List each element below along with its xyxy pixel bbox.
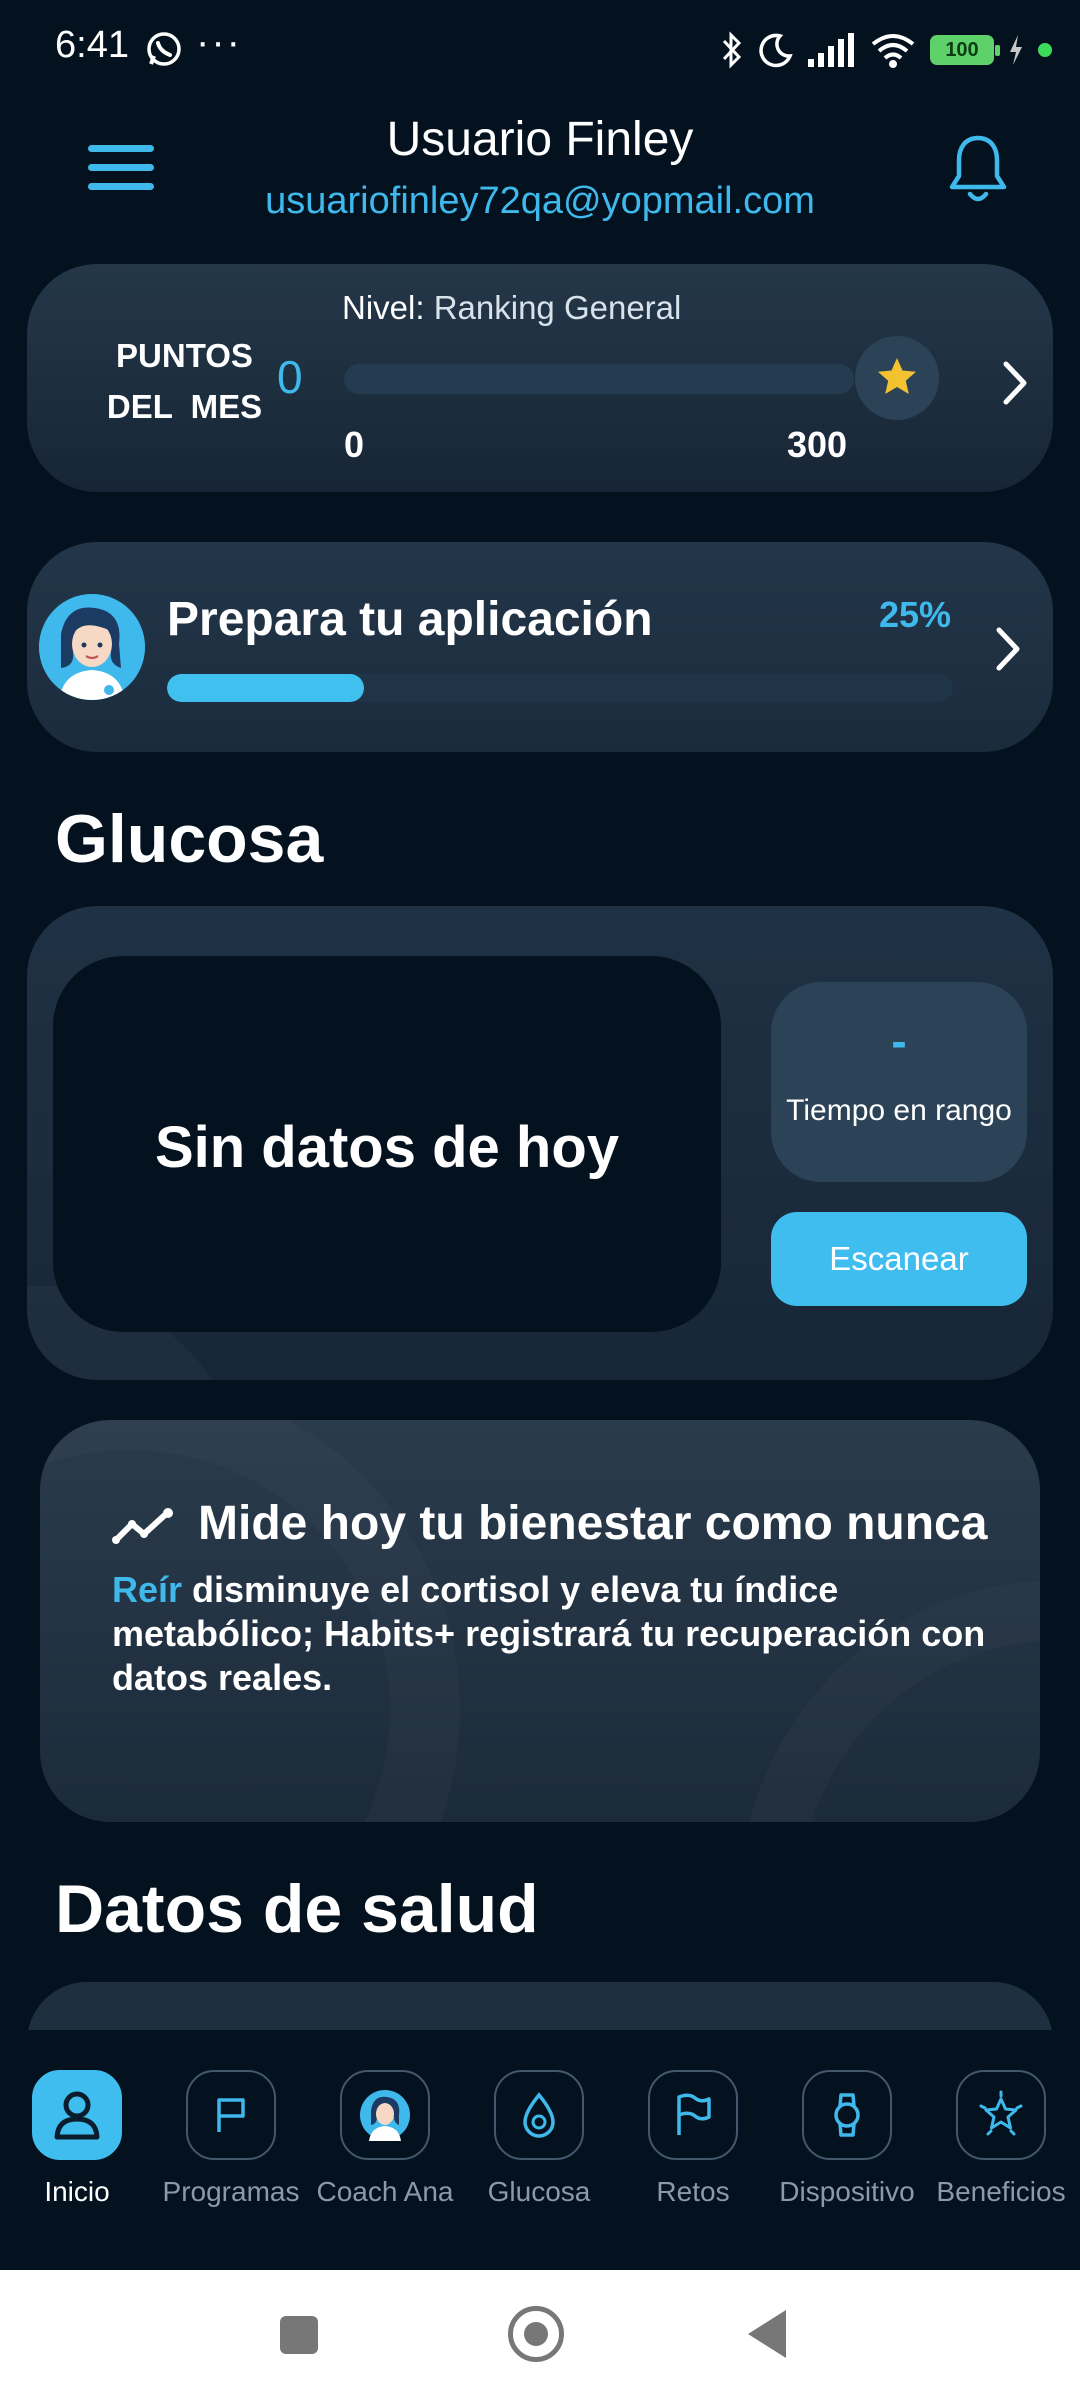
chevron-right-icon[interactable] — [993, 626, 1023, 672]
status-time: 6:41 — [55, 24, 129, 66]
points-max: 300 — [787, 424, 848, 465]
status-bar: 6:41 ··· 100 — [0, 0, 1080, 100]
time-in-range-label: Tiempo en rango — [786, 1094, 1012, 1127]
glucose-chart-area: Sin datos de hoy — [53, 956, 721, 1332]
star-icon — [855, 336, 939, 420]
nav-button[interactable] — [186, 2070, 276, 2160]
signal-icon — [808, 33, 854, 67]
coach-avatar — [39, 594, 145, 700]
setup-title: Prepara tu aplicación — [167, 593, 653, 646]
more-notifications-icon: ··· — [196, 20, 242, 64]
time-in-range-box: - Tiempo en rango — [771, 982, 1027, 1182]
nav-label: Retos — [656, 2176, 730, 2207]
charging-dot-icon — [1038, 43, 1052, 57]
glucose-section-title: Glucosa — [55, 801, 324, 877]
scan-button[interactable]: Escanear — [771, 1212, 1027, 1306]
bottom-navigation: Inicio Programas Coach Ana Glucosa Retos — [0, 2030, 1080, 2270]
system-navigation-bar — [0, 2270, 1080, 2400]
nav-item-retos[interactable]: Retos — [616, 2070, 770, 2208]
nav-label: Dispositivo — [779, 2176, 915, 2207]
watch-icon — [834, 2093, 860, 2137]
wifi-icon — [871, 34, 915, 68]
nav-item-programas[interactable]: Programas — [154, 2070, 308, 2208]
trend-icon — [112, 1508, 173, 1544]
drop-icon — [523, 2092, 555, 2138]
flag-icon — [677, 2093, 711, 2135]
glucose-card: Sin datos de hoy - Tiempo en rango Escan… — [27, 906, 1053, 1380]
points-label: PUNTOS DEL MES — [106, 337, 263, 425]
user-name: Usuario Finley — [386, 113, 694, 166]
nav-item-beneficios[interactable]: Beneficios — [924, 2070, 1078, 2208]
level-text: Nivel: Ranking General — [342, 289, 682, 326]
star-badge-icon — [979, 2090, 1023, 2136]
setup-app-card[interactable]: Prepara tu aplicación 25% — [27, 542, 1053, 752]
points-min: 0 — [344, 424, 365, 465]
whatsapp-icon — [147, 32, 181, 66]
setup-progress-fill — [167, 674, 364, 702]
nav-label: Inicio — [44, 2176, 110, 2207]
setup-percent: 25% — [879, 594, 952, 635]
back-button[interactable] — [748, 2310, 786, 2358]
wellness-title: Mide hoy tu bienestar como nunca — [198, 1497, 988, 1550]
nav-button[interactable] — [340, 2070, 430, 2160]
nav-button[interactable] — [32, 2070, 122, 2160]
battery-icon: 100 — [930, 35, 1000, 65]
chevron-right-icon[interactable] — [1000, 360, 1030, 406]
user-icon — [54, 2091, 100, 2140]
nav-item-glucosa[interactable]: Glucosa — [462, 2070, 616, 2208]
wellness-tip-card: Mide hoy tu bienestar como nunca Reír di… — [40, 1420, 1040, 1822]
setup-progress-bar — [167, 674, 953, 702]
wellness-highlight: Reír — [112, 1569, 183, 1610]
bell-icon[interactable] — [945, 132, 1011, 206]
points-value: 0 — [277, 351, 303, 403]
user-email: usuariofinley72qa@yopmail.com — [265, 180, 815, 222]
monthly-points-card[interactable]: PUNTOS DEL MES 0 Nivel: Ranking General … — [27, 264, 1053, 492]
no-data-text: Sin datos de hoy — [154, 1115, 620, 1180]
status-icons: 100 — [720, 28, 1052, 72]
nav-button[interactable] — [494, 2070, 584, 2160]
moon-icon — [759, 33, 793, 68]
charging-icon — [1010, 35, 1022, 65]
nav-label: Glucosa — [487, 2176, 591, 2207]
time-in-range-value: - — [891, 1015, 907, 1067]
flag-icon — [217, 2098, 245, 2132]
nav-label: Programas — [162, 2176, 300, 2207]
nav-item-dispositivo[interactable]: Dispositivo — [770, 2070, 924, 2208]
nav-button[interactable] — [648, 2070, 738, 2160]
health-data-section-title: Datos de salud — [55, 1871, 539, 1947]
nav-item-coach-ana[interactable]: Coach Ana — [308, 2070, 462, 2208]
nav-label: Beneficios — [936, 2176, 1066, 2207]
coach-avatar-icon — [360, 2090, 410, 2141]
nav-label: Coach Ana — [316, 2176, 454, 2207]
wellness-body: disminuye el cortisol y eleva tu índice … — [112, 1569, 986, 1698]
wellness-text: Reír disminuye el cortisol y eleva tu ín… — [112, 1568, 992, 1700]
bluetooth-icon — [722, 31, 742, 69]
recents-button[interactable] — [280, 2316, 318, 2354]
home-button[interactable] — [508, 2306, 564, 2362]
nav-button[interactable] — [956, 2070, 1046, 2160]
nav-button[interactable] — [802, 2070, 892, 2160]
points-progress-bar — [344, 364, 854, 394]
nav-item-inicio[interactable]: Inicio — [0, 2070, 154, 2208]
